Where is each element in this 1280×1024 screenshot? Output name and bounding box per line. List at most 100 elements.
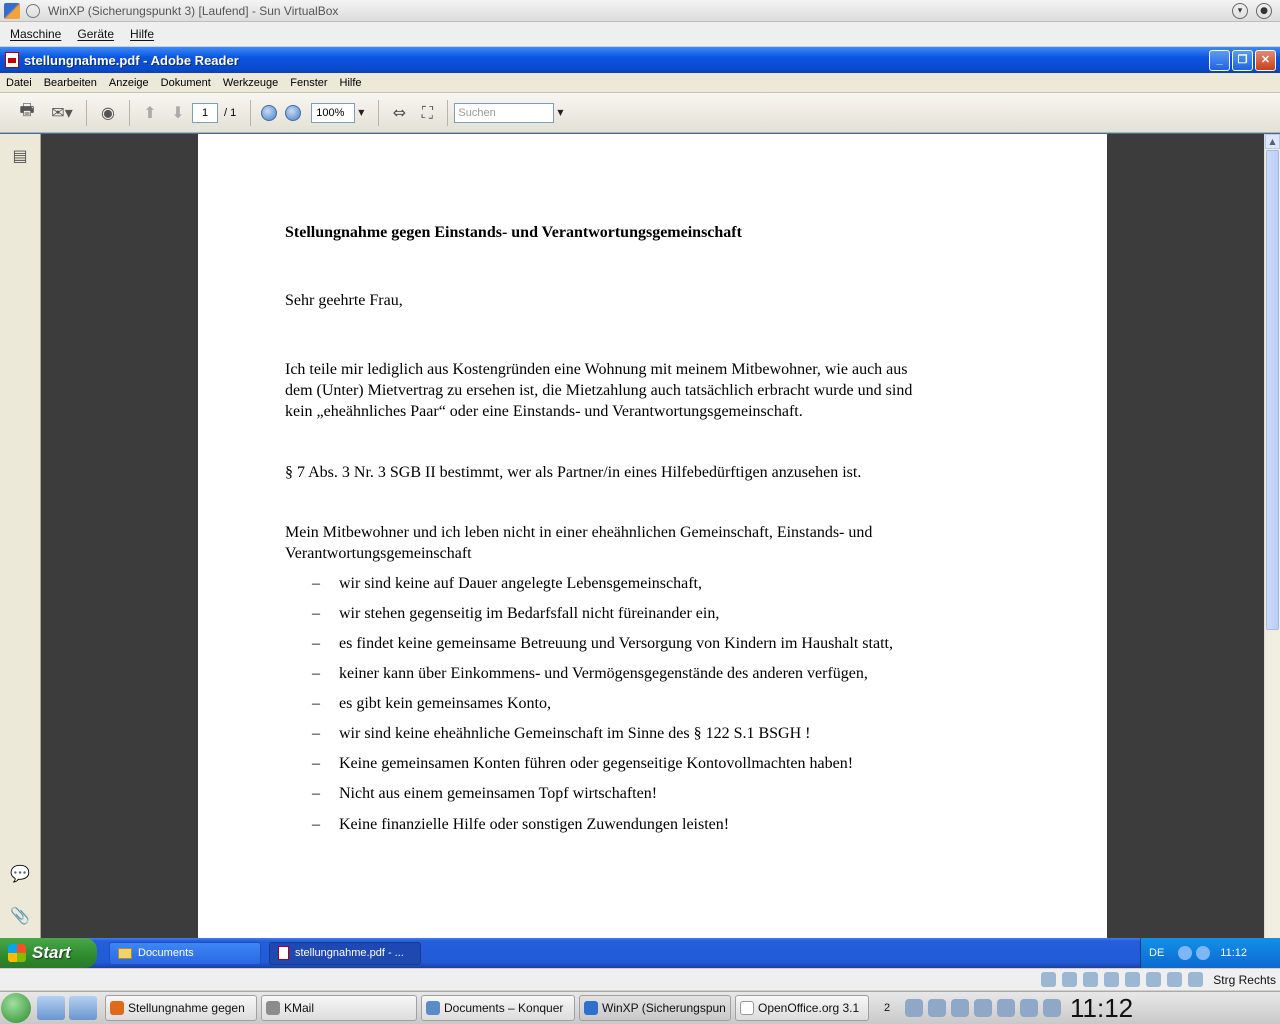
show-desktop-icon[interactable]	[69, 996, 97, 1020]
pdf-file-icon	[278, 946, 289, 960]
vbox-window-title: WinXP (Sicherungspunkt 3) [Laufend] - Su…	[48, 3, 339, 18]
scroll-thumb[interactable]	[1266, 150, 1279, 630]
hdd-icon[interactable]	[1041, 972, 1057, 987]
toolbar-separator	[129, 99, 130, 126]
minimize-button[interactable]: _	[1209, 49, 1230, 71]
doc-paragraph-line: Ich teile mir lediglich aus Kostengründe…	[285, 361, 908, 378]
kde-task-kmail[interactable]: KMail	[261, 995, 417, 1021]
bullet-marker: –	[312, 816, 320, 833]
taskbar-item-label: Documents	[138, 947, 194, 959]
vertical-scrollbar[interactable]: ▲ ▼	[1264, 134, 1280, 968]
doc-paragraph-line: dem (Unter) Mietvertrag zu ersehen ist, …	[285, 382, 913, 399]
zoom-out-icon[interactable]	[261, 104, 278, 121]
close-button[interactable]: ✕	[1255, 49, 1276, 71]
menu-fenster[interactable]: Fenster	[290, 77, 327, 89]
menu-hilfe[interactable]: Hilfe	[130, 27, 154, 41]
pin-icon[interactable]	[26, 3, 40, 18]
power-icon[interactable]	[1043, 999, 1061, 1017]
taskbar-item-label: stellungnahme.pdf - ...	[295, 947, 404, 959]
attachments-icon[interactable]: 📎	[10, 906, 30, 926]
search-input[interactable]: Suchen	[454, 102, 555, 123]
navigation-pane: ▤ 💬 📎	[0, 134, 41, 968]
document-viewport[interactable]: ▤ 💬 📎 Stellungnahme gegen Einstands- und…	[0, 134, 1280, 968]
print-icon[interactable]: 🖶	[10, 100, 44, 125]
email-icon[interactable]: ✉▾	[44, 101, 80, 125]
vbox-titlebar: WinXP (Sicherungspunkt 3) [Laufend] - Su…	[0, 0, 1280, 22]
scroll-up-icon[interactable]: ▲	[1265, 134, 1280, 149]
language-indicator[interactable]: DE	[1149, 947, 1164, 959]
fit-page-icon[interactable]: ⛶	[413, 101, 441, 125]
comments-icon[interactable]: 💬	[10, 864, 30, 884]
home-folder-icon[interactable]	[37, 996, 65, 1020]
document-icon	[740, 1001, 754, 1015]
search-dropdown-icon[interactable]: ▼	[557, 108, 563, 117]
reader-menubar: Datei Bearbeiten Anzeige Dokument Werkze…	[0, 73, 1280, 93]
usb-icon[interactable]	[1125, 972, 1141, 987]
doc-heading: Stellungnahme gegen Einstands- und Veran…	[285, 224, 742, 241]
menu-anzeige[interactable]: Anzeige	[109, 77, 149, 89]
bullet-marker: –	[312, 665, 320, 682]
bullet-item: Nicht aus einem gemeinsamen Topf wirtsch…	[339, 785, 658, 802]
reader-titlebar: stellungnahme.pdf - Adobe Reader _ ❐ ✕	[0, 47, 1280, 73]
bullet-marker: –	[312, 605, 320, 622]
menu-dokument[interactable]: Dokument	[161, 77, 211, 89]
bullet-marker: –	[312, 635, 320, 652]
fit-width-icon[interactable]: ⇔	[385, 101, 413, 125]
bullet-marker: –	[312, 695, 320, 712]
menu-bearbeiten[interactable]: Bearbeiten	[44, 77, 97, 89]
kmail-icon	[266, 1001, 280, 1015]
cd-icon[interactable]	[1062, 972, 1078, 987]
toolbar-separator	[378, 99, 380, 126]
page-number-input[interactable]: 1	[192, 102, 218, 123]
previous-page-icon[interactable]: ⬆	[136, 101, 164, 125]
clipboard-icon[interactable]	[974, 999, 992, 1017]
menu-datei[interactable]: Datei	[6, 77, 32, 89]
virtualbox-icon	[584, 1001, 598, 1015]
menu-geraete[interactable]: Geräte	[77, 27, 114, 41]
virtualbox-icon	[4, 2, 20, 19]
bullet-item: wir stehen gegenseitig im Bedarfsfall ni…	[339, 605, 720, 622]
tray-expand-icon[interactable]	[1178, 946, 1193, 960]
shared-folder-icon[interactable]	[1146, 972, 1162, 987]
menu-maschine[interactable]: Maschine	[10, 27, 61, 41]
kde-task-konqueror[interactable]: Documents – Konquer	[421, 995, 575, 1021]
bullet-marker: –	[312, 755, 320, 772]
taskbar-item-documents[interactable]: Documents	[109, 941, 261, 965]
network-icon[interactable]	[1104, 972, 1120, 987]
restore-button[interactable]: ❐	[1232, 49, 1253, 71]
tray-clock: 11:12	[1220, 947, 1247, 959]
kde-clock: 11:12	[1070, 992, 1134, 1023]
menu-werkzeuge[interactable]: Werkzeuge	[223, 77, 278, 89]
doc-paragraph-line: Mein Mitbewohner und ich leben nicht in …	[285, 524, 873, 541]
volume-icon[interactable]	[905, 999, 923, 1017]
kde-task-label: KMail	[284, 1001, 315, 1015]
pdf-file-icon	[5, 52, 19, 68]
kde-menu-icon[interactable]	[1, 993, 31, 1023]
desktop-pager[interactable]: 2	[877, 1002, 897, 1014]
network-icon[interactable]	[951, 999, 969, 1017]
taskbar-item-reader[interactable]: stellungnahme.pdf - ...	[269, 941, 421, 965]
update-icon[interactable]	[928, 999, 946, 1017]
next-page-icon[interactable]: ⬇	[164, 101, 192, 125]
start-button[interactable]: Start	[0, 938, 97, 968]
zoom-in-icon[interactable]	[285, 104, 302, 121]
pages-icon[interactable]: ▤	[10, 146, 30, 166]
bullet-item: keiner kann über Einkommens- und Vermöge…	[339, 665, 868, 682]
kde-task-virtualbox[interactable]: WinXP (Sicherungspun	[579, 995, 731, 1021]
doc-paragraph: § 7 Abs. 3 Nr. 3 SGB II bestimmt, wer al…	[285, 464, 862, 481]
zoom-dropdown-icon[interactable]: ▼	[358, 108, 364, 117]
info-icon[interactable]	[1020, 999, 1038, 1017]
network-icon[interactable]	[1196, 946, 1211, 960]
zoom-input[interactable]: 100%	[311, 102, 356, 123]
mouse-integration-icon[interactable]	[1167, 972, 1183, 987]
menu-hilfe[interactable]: Hilfe	[340, 77, 362, 89]
floppy-icon[interactable]	[1083, 972, 1099, 987]
close-button[interactable]: ●	[1256, 2, 1272, 19]
doc-paragraph-line: kein „eheähnliches Paar“ oder eine Einst…	[285, 403, 803, 420]
minimize-button[interactable]: ▾	[1232, 2, 1248, 19]
kde-task-openoffice[interactable]: OpenOffice.org 3.1	[735, 995, 869, 1021]
kde-task-reader[interactable]: Stellungnahme gegen	[105, 995, 257, 1021]
bullet-marker: –	[312, 785, 320, 802]
notes-icon[interactable]	[997, 999, 1015, 1017]
share-icon[interactable]: ◉	[93, 101, 123, 125]
